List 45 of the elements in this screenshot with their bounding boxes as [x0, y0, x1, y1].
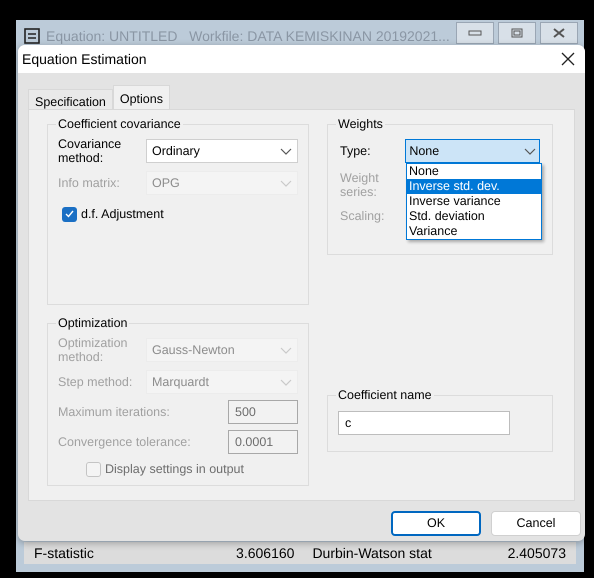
minimize-icon: [468, 30, 482, 36]
field-label: Scaling:: [340, 208, 384, 225]
chevron-down-icon: [280, 148, 292, 154]
dialog-button[interactable]: Cancel: [491, 511, 581, 536]
tab[interactable]: Specification: [28, 89, 113, 109]
field-label: Step method:: [58, 375, 134, 389]
field-label: Maximum iterations:: [58, 405, 170, 419]
field-label: Info matrix:: [58, 176, 121, 190]
maximize-button[interactable]: [498, 22, 536, 44]
checkbox[interactable]: [62, 206, 77, 222]
dropdown-option[interactable]: Std. deviation: [407, 209, 541, 224]
table-cell-text: 2.405073: [506, 544, 566, 562]
close-icon: [552, 28, 566, 38]
field-label: Optimization method:: [58, 336, 128, 364]
check-icon: [65, 210, 74, 218]
restore-icon: [511, 28, 523, 38]
group-title: Weights: [336, 116, 385, 132]
group-title: Optimization: [56, 315, 130, 331]
close-button[interactable]: [540, 22, 578, 44]
chevron-down-icon: [280, 180, 292, 186]
chevron-down-icon: [280, 346, 292, 354]
table-cell-text: 3.606160: [235, 544, 294, 562]
field-label: Convergence tolerance:: [58, 435, 191, 449]
field-label: Type:: [340, 142, 372, 160]
dropdown[interactable]: None: [405, 139, 540, 163]
dropdown-option[interactable]: Inverse std. dev.: [407, 179, 541, 194]
close-icon[interactable]: [561, 52, 575, 66]
input-field[interactable]: c: [338, 411, 510, 435]
dropdown[interactable]: Ordinary: [146, 139, 298, 163]
menu-icon: [24, 28, 40, 44]
chevron-down-icon: [280, 378, 292, 386]
tab[interactable]: Options: [112, 85, 170, 109]
field-label: Covariance method:: [58, 137, 122, 165]
dropdown-option[interactable]: None: [407, 164, 541, 179]
chevron-down-icon: [524, 148, 536, 154]
table-cell-text: Durbin-Watson stat: [311, 544, 433, 562]
table-cell-text: F-statistic: [34, 544, 95, 562]
dropdown-option[interactable]: Variance: [407, 224, 541, 239]
minimize-button[interactable]: [456, 22, 494, 44]
dialog-button[interactable]: OK: [391, 511, 481, 536]
dropdown-option[interactable]: Inverse variance: [407, 194, 541, 209]
field-label: Weight series:: [340, 171, 380, 199]
checkbox-label: Display settings in output: [105, 461, 244, 478]
dialog-title: Equation Estimation: [22, 50, 147, 69]
checkbox-label: d.f. Adjustment: [81, 206, 164, 223]
